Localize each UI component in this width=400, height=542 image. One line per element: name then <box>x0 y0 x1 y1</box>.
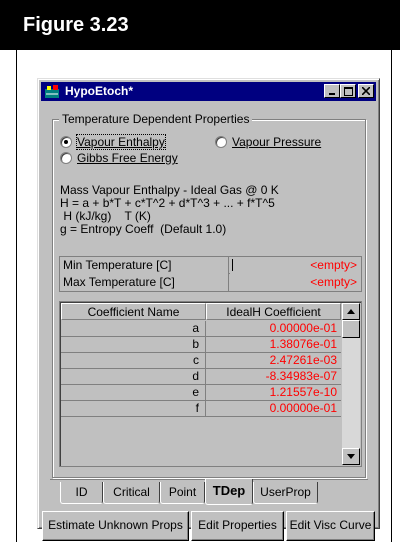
text-cursor <box>232 259 233 271</box>
table-row[interactable]: f 0.00000e-01 <box>61 401 341 417</box>
coefficient-value[interactable]: 1.21557e-10 <box>206 385 341 401</box>
coefficient-value[interactable]: -8.34983e-07 <box>206 369 341 385</box>
estimate-unknown-props-button[interactable]: Estimate Unknown Props <box>42 511 189 541</box>
radio-unchecked-icon <box>215 136 227 148</box>
edit-properties-button[interactable]: Edit Properties <box>191 511 284 541</box>
table-row[interactable]: b 1.38076e-01 <box>61 337 341 353</box>
radio-unchecked-icon <box>60 152 72 164</box>
close-button[interactable] <box>358 84 374 98</box>
coefficient-name: f <box>61 401 206 417</box>
tab-userprop[interactable]: UserProp <box>253 482 318 504</box>
max-temperature-value: <empty> <box>310 275 357 289</box>
hypo-window: HypoEtoch* Temperature Dependent Propert… <box>37 78 380 541</box>
scroll-thumb[interactable] <box>342 320 360 338</box>
scroll-down-button[interactable] <box>342 448 360 465</box>
coefficient-name: d <box>61 369 206 385</box>
coefficient-name: c <box>61 353 206 369</box>
coefficient-grid: Coefficient Name IdealH Coefficient a 0.… <box>59 301 362 467</box>
table-row[interactable]: c 2.47261e-03 <box>61 353 341 369</box>
maximize-icon <box>343 86 353 96</box>
coefficient-name: b <box>61 337 206 353</box>
arrow-up-icon <box>347 309 355 314</box>
minimize-button[interactable] <box>324 84 340 98</box>
radio-label: Gibbs Free Energy <box>77 151 178 165</box>
scroll-up-button[interactable] <box>342 303 360 320</box>
maximize-button[interactable] <box>340 84 356 98</box>
tab-point[interactable]: Point <box>160 482 205 504</box>
radio-vapour-enthalpy[interactable]: Vapour Enthalpy <box>60 134 166 150</box>
radio-label: Vapour Enthalpy <box>76 134 166 150</box>
radio-checked-icon <box>60 136 72 148</box>
description-line: g = Entropy Coeff (Default 1.0) <box>60 222 227 236</box>
group-label: Temperature Dependent Properties <box>59 112 253 126</box>
min-temperature-value: <empty> <box>310 258 357 272</box>
edit-visc-curve-button[interactable]: Edit Visc Curve <box>286 511 375 541</box>
coefficient-value[interactable]: 2.47261e-03 <box>206 353 341 369</box>
grid-scrollbar[interactable] <box>342 303 360 465</box>
radio-gibbs-free-energy[interactable]: Gibbs Free Energy <box>60 151 178 165</box>
table-row[interactable]: a 0.00000e-01 <box>61 321 341 337</box>
table-row[interactable]: e 1.21557e-10 <box>61 385 341 401</box>
max-temperature-field[interactable]: <empty> <box>230 274 361 291</box>
window-titlebar[interactable]: HypoEtoch* <box>41 82 376 101</box>
table-row[interactable]: d -8.34983e-07 <box>61 369 341 385</box>
coefficient-name: a <box>61 321 206 337</box>
min-temperature-row: Min Temperature [C] <empty> <box>60 257 361 274</box>
radio-label: Vapour Pressure <box>232 135 322 149</box>
radio-vapour-pressure[interactable]: Vapour Pressure <box>215 135 321 149</box>
tab-id[interactable]: ID <box>60 482 103 504</box>
arrow-down-icon <box>347 454 355 459</box>
min-temperature-field[interactable]: <empty> <box>230 257 361 274</box>
minimize-icon <box>329 93 335 95</box>
tab-tdep[interactable]: TDep <box>205 479 253 505</box>
figure-title: Figure 3.23 <box>0 0 400 50</box>
coefficient-value[interactable]: 0.00000e-01 <box>206 401 341 417</box>
max-temperature-label: Max Temperature [C] <box>60 274 229 291</box>
column-header-idealh-coefficient[interactable]: IdealH Coefficient <box>206 303 341 320</box>
min-temperature-label: Min Temperature [C] <box>60 257 229 274</box>
close-icon <box>362 87 370 95</box>
window-title: HypoEtoch* <box>65 84 134 98</box>
coefficient-name: e <box>61 385 206 401</box>
column-header-coefficient-name[interactable]: Coefficient Name <box>61 303 206 320</box>
component-app-icon <box>45 85 59 98</box>
coefficient-value[interactable]: 0.00000e-01 <box>206 321 341 337</box>
max-temperature-row: Max Temperature [C] <empty> <box>60 274 361 291</box>
tab-critical[interactable]: Critical <box>103 482 160 504</box>
coefficient-value[interactable]: 1.38076e-01 <box>206 337 341 353</box>
temperature-range-table: Min Temperature [C] <empty> Max Temperat… <box>59 256 362 292</box>
